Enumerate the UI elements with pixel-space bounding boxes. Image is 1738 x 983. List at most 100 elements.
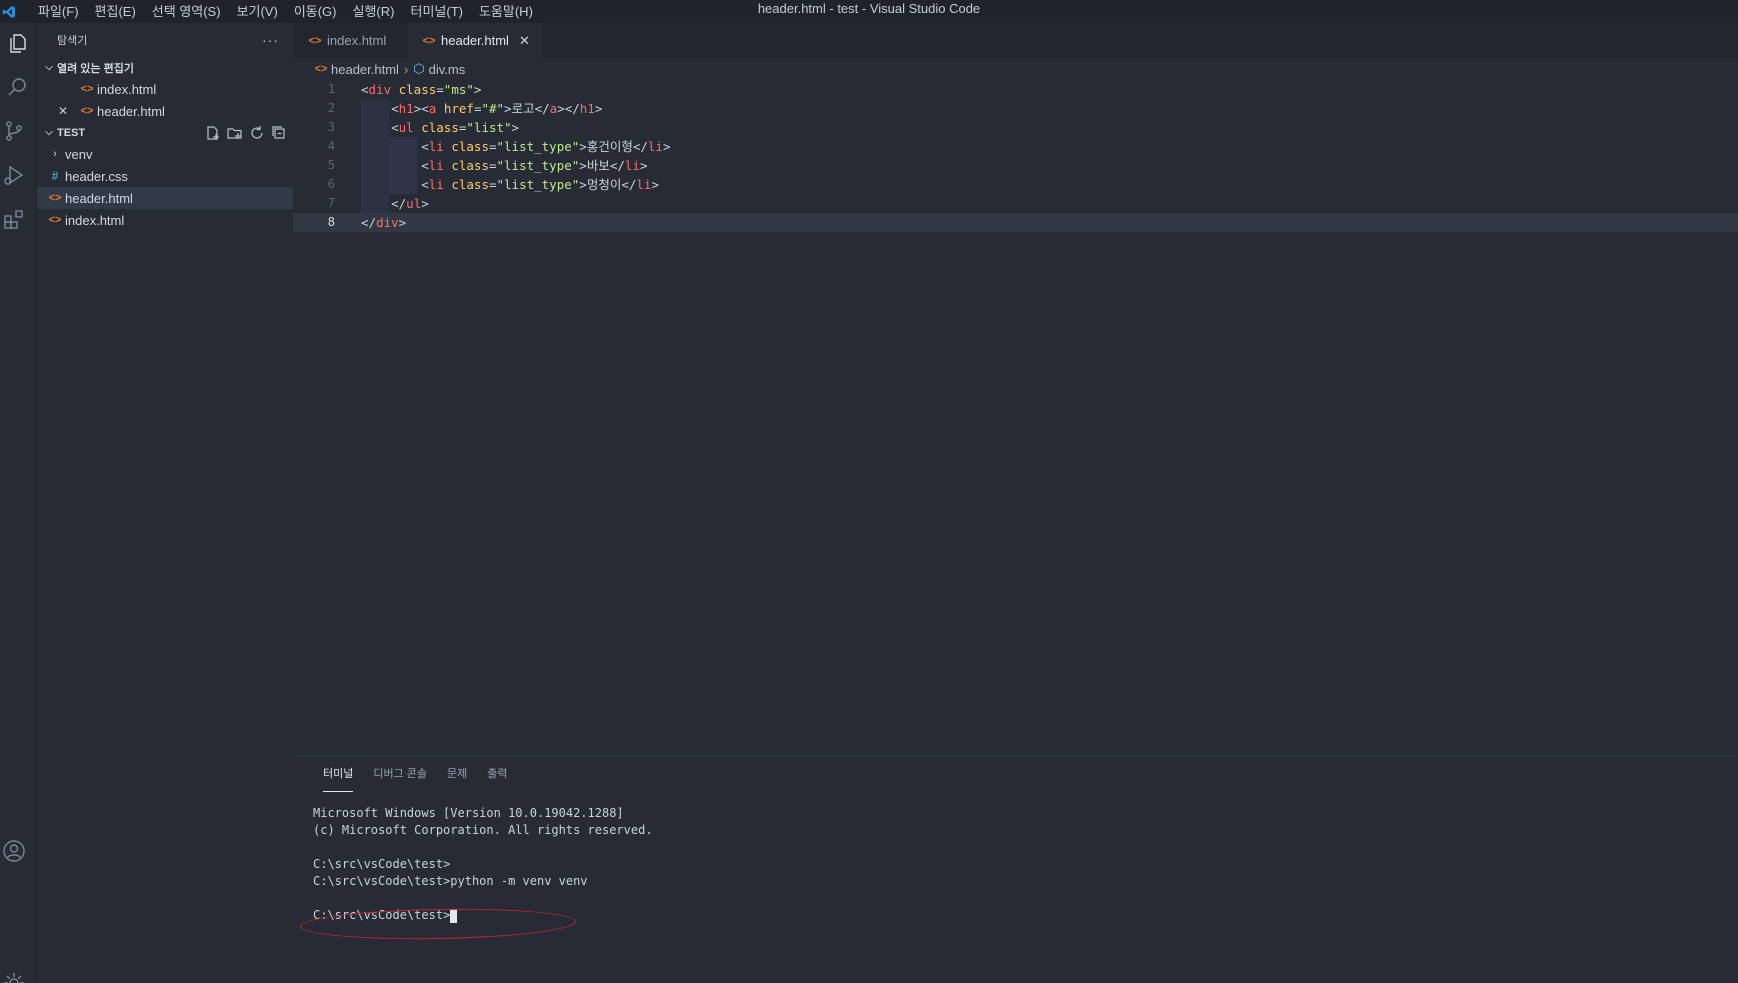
chevron-down-icon: ⌵: [45, 127, 53, 138]
line-number: 4: [327, 139, 335, 153]
vscode-logo-icon: [0, 3, 18, 21]
terminal-line: C:\src\vsCode\test>python -m venv venv: [313, 873, 1738, 890]
tree-file-header-css[interactable]: # header.css: [37, 165, 293, 187]
css-file-icon: #: [51, 169, 59, 183]
panel-tabs: 터미널 디버그 콘솔 문제 출력: [293, 757, 1738, 792]
menu-item[interactable]: 실행(R): [345, 0, 403, 23]
chevron-right-icon: ›: [53, 148, 57, 160]
code-line[interactable]: 4 <li class="list_type">홍건이형</li>: [293, 137, 1738, 156]
code-text: <li class="list_type">바보</li>: [335, 156, 648, 175]
menu-item[interactable]: 이동(G): [286, 0, 345, 23]
menu-item[interactable]: 편집(E): [87, 0, 144, 23]
tree-folder-venv[interactable]: › venv: [37, 143, 293, 165]
tab-header-html[interactable]: <> header.html ✕: [407, 23, 542, 58]
settings-icon[interactable]: [0, 969, 28, 983]
breadcrumb-file[interactable]: header.html: [331, 62, 399, 77]
code-line[interactable]: 2 <h1><a href="#">로고</a></h1>: [293, 99, 1738, 118]
close-editor-icon[interactable]: ✕: [55, 104, 71, 118]
line-number: 3: [327, 120, 335, 134]
breadcrumb-symbol[interactable]: div.ms: [429, 62, 466, 77]
tree-file-header-html[interactable]: <> header.html: [37, 187, 293, 209]
line-number: 1: [327, 82, 335, 96]
tab-label: index.html: [327, 33, 387, 48]
html-file-icon: <>: [80, 105, 94, 117]
tree-item-label: venv: [65, 146, 93, 162]
html-file-icon: <>: [314, 63, 328, 75]
code-text: <ul class="list">: [335, 118, 519, 137]
new-file-icon[interactable]: [205, 125, 221, 141]
code-text: <li class="list_type">멍청이</li>: [335, 175, 659, 194]
more-actions-icon[interactable]: ···: [262, 32, 279, 48]
editor-area: <> index.html <> header.html ✕ <> header…: [293, 23, 1738, 756]
menu-item[interactable]: 도움말(H): [471, 0, 541, 23]
terminal-text: C:\src\vsCode\test>: [313, 857, 451, 871]
line-number: 2: [327, 101, 335, 115]
tree-item-label: header.html: [65, 190, 133, 206]
code-text: </ul>: [335, 194, 429, 213]
explorer-title: 탐색기: [57, 35, 88, 47]
explorer-icon[interactable]: [4, 29, 32, 57]
terminal-text: (c) Microsoft Corporation. All rights re…: [313, 823, 653, 837]
panel-tab[interactable]: 문제: [437, 757, 477, 792]
collapse-all-icon[interactable]: [271, 125, 287, 141]
workspace-section[interactable]: ⌵ TEST: [37, 122, 293, 143]
menu-bar: 파일(F) 편집(E) 선택 영역(S) 보기(V) 이동(G) 실행(R) 터미널(T) 도…: [30, 0, 541, 23]
code-editor[interactable]: 1 <div class="ms"> 2 <h1><a href="#">로고</a…: [293, 80, 1738, 232]
open-editors-section[interactable]: ⌵ 열려 있는 편집기: [37, 57, 293, 78]
terminal-line: (c) Microsoft Corporation. All rights re…: [313, 822, 1738, 839]
line-number: 8: [327, 215, 335, 229]
new-folder-icon[interactable]: [227, 125, 243, 141]
menu-item[interactable]: 파일(F): [30, 0, 87, 23]
terminal-text: Microsoft Windows [Version 10.0.19042.12…: [313, 806, 624, 820]
open-editor-label: index.html: [97, 81, 157, 97]
html-file-icon: <>: [48, 214, 62, 226]
open-editor-label: header.html: [97, 103, 165, 119]
run-debug-icon[interactable]: [0, 161, 28, 189]
code-line[interactable]: 6 <li class="list_type">멍청이</li>: [293, 175, 1738, 194]
html-file-icon: <>: [80, 83, 94, 95]
tab-index-html[interactable]: <> index.html: [293, 23, 407, 58]
open-editor-index-html[interactable]: <> index.html: [37, 78, 293, 100]
terminal-text: C:\src\vsCode\test>python -m venv venv: [313, 874, 588, 888]
code-line[interactable]: 8 </div>: [293, 213, 1738, 232]
line-number: 6: [327, 177, 335, 191]
extensions-icon[interactable]: [0, 205, 28, 233]
open-editors-label: 열려 있는 편집기: [57, 62, 134, 75]
editor-tabs: <> index.html <> header.html ✕: [293, 23, 1738, 58]
tree-item-label: index.html: [65, 212, 125, 228]
code-text: <div class="ms">: [361, 82, 482, 97]
title-bar: 파일(F) 편집(E) 선택 영역(S) 보기(V) 이동(G) 실행(R) 터미널(T) 도…: [0, 0, 1738, 23]
code-line[interactable]: 5 <li class="list_type">바보</li>: [293, 156, 1738, 175]
html-file-icon: <>: [422, 34, 436, 47]
panel-tab[interactable]: 출력: [477, 757, 517, 792]
panel-tab[interactable]: 터미널: [313, 757, 363, 792]
menu-item[interactable]: 보기(V): [229, 0, 286, 23]
refresh-icon[interactable]: [249, 125, 265, 141]
bottom-panel: 터미널 디버그 콘솔 문제 출력 Microsoft Windows [Version…: [293, 756, 1738, 983]
explorer-header: 탐색기 ···: [37, 23, 293, 57]
html-file-icon: <>: [308, 34, 322, 47]
code-line[interactable]: 1 <div class="ms">: [293, 80, 1738, 99]
explorer-sidebar: 탐색기 ··· ⌵ 열려 있는 편집기 <> index.html ✕ <> h…: [37, 23, 293, 983]
tree-item-label: header.css: [65, 168, 128, 184]
open-editor-header-html[interactable]: ✕ <> header.html: [37, 100, 293, 122]
breadcrumb: <> header.html › ⬡ div.ms: [293, 58, 1738, 80]
search-icon[interactable]: [3, 73, 31, 101]
panel-tab[interactable]: 디버그 콘솔: [363, 757, 437, 792]
menu-item[interactable]: 터미널(T): [402, 0, 470, 23]
account-icon[interactable]: [0, 837, 28, 865]
symbol-icon: ⬡: [413, 61, 425, 76]
tab-close-icon[interactable]: ✕: [519, 33, 530, 49]
tree-file-index-html[interactable]: <> index.html: [37, 209, 293, 231]
code-text: <h1><a href="#">로고</a></h1>: [335, 99, 602, 118]
menu-item[interactable]: 선택 영역(S): [144, 0, 229, 23]
chevron-down-icon: ⌵: [45, 62, 53, 73]
code-line[interactable]: 7 </ul>: [293, 194, 1738, 213]
terminal[interactable]: Microsoft Windows [Version 10.0.19042.12…: [293, 792, 1738, 942]
code-line[interactable]: 3 <ul class="list">: [293, 118, 1738, 137]
tab-label: header.html: [441, 33, 509, 48]
html-file-icon: <>: [48, 192, 62, 204]
source-control-icon[interactable]: [0, 117, 28, 145]
